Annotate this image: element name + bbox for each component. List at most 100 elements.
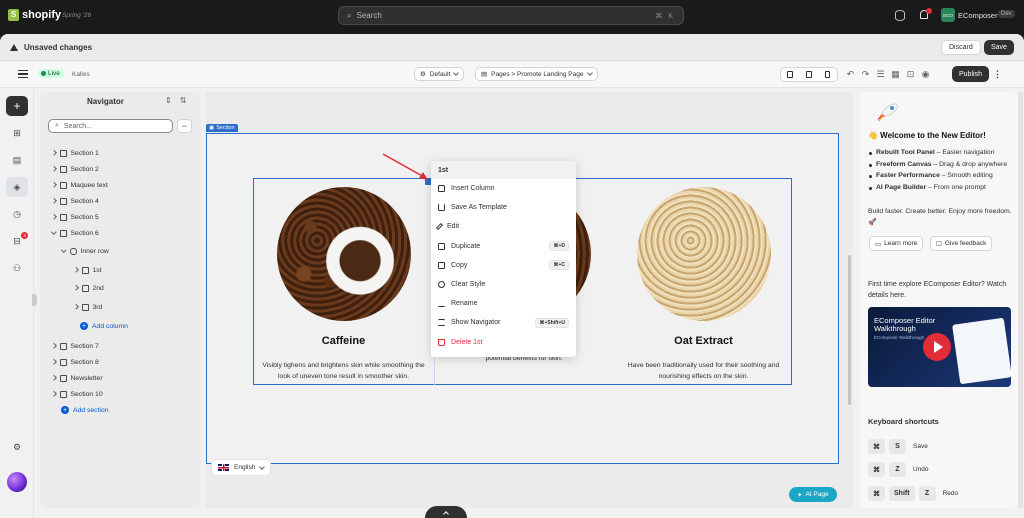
column-context-menu: 1st Insert Column Save As Template Edit … (431, 161, 576, 357)
feature-item: Freeform Canvas – Drag & drop anywhere (868, 160, 1018, 171)
tree-item-section-8[interactable]: Section 8 (51, 355, 99, 369)
preview-button[interactable]: ◉ (918, 67, 933, 82)
navigator-filter-button[interactable]: ⇔ (177, 119, 192, 133)
redo-button[interactable]: ↷ (858, 67, 873, 82)
shortcut-label: Redo (942, 490, 959, 497)
column-1st[interactable]: Caffeine Visibly tighens and brightens s… (254, 179, 433, 386)
collapse-panel-handle[interactable] (32, 294, 37, 306)
rail-settings-button[interactable]: ⚙ (6, 437, 28, 457)
tree-item-section-7[interactable]: Section 7 (51, 339, 99, 353)
add-section-button[interactable]: + Add section (61, 403, 109, 417)
tree-item-column-3rd[interactable]: 3rd (73, 300, 102, 314)
menu-item-clear-style[interactable]: Clear Style (431, 275, 576, 294)
theme-name: Kalles (72, 71, 90, 78)
ai-page-button[interactable]: ✦ AI Page (789, 487, 837, 502)
rail-history-button[interactable]: ◷ (6, 204, 28, 224)
tree-label: Inner row (80, 247, 109, 255)
undo-button[interactable]: ↶ (843, 67, 858, 82)
tree-label: Section 6 (70, 229, 99, 237)
rail-templates-button[interactable]: ⊞ (6, 123, 28, 143)
add-element-button[interactable]: + (6, 96, 28, 116)
settings-button[interactable]: ☰ (873, 67, 888, 82)
tree-item-section-6[interactable]: Section 6 (51, 226, 99, 240)
store-avatar[interactable]: ECO (941, 8, 955, 22)
tree-item-column-2nd[interactable]: 2nd (73, 281, 104, 295)
menu-item-edit[interactable]: Edit (431, 217, 576, 236)
notifications-button[interactable] (920, 8, 932, 21)
bottom-drawer-handle[interactable] (425, 506, 467, 518)
learn-more-button[interactable]: ▭ Learn more (869, 236, 924, 251)
chevron-down-icon (453, 70, 460, 76)
search-placeholder: Search (356, 11, 382, 20)
eraser-icon (438, 281, 445, 289)
menu-item-save-template[interactable]: Save As Template (431, 198, 576, 217)
rail-apps-button[interactable]: ⚇ (6, 258, 28, 278)
column-3rd[interactable]: Oat Extract Have been traditionally used… (614, 179, 793, 386)
discard-button[interactable]: Discard (941, 40, 981, 55)
menu-item-insert-column[interactable]: Insert Column (431, 179, 576, 198)
tree-item-inner-row[interactable]: Inner row (61, 244, 109, 258)
give-feedback-button[interactable]: ☐ Give feedback (930, 236, 993, 251)
page-select[interactable]: ▤ Pages > Promote Landing Page (475, 67, 598, 81)
give-feedback-label: Give feedback (944, 240, 987, 247)
pin-icon[interactable]: ⇕ (165, 96, 172, 105)
plus-circle-icon: + (80, 322, 88, 330)
layout-button[interactable]: ▦ (888, 67, 903, 82)
shortcut-undo: ⌘ Z Undo (868, 462, 929, 477)
rail-layers-button[interactable]: ◈ (6, 177, 28, 197)
menu-item-delete[interactable]: Delete 1st (431, 333, 576, 352)
tree-item-newsletter[interactable]: Newsletter (51, 371, 103, 385)
rail-tasks-button[interactable]: ⊟ 3 (6, 231, 28, 251)
menu-item-show-navigator[interactable]: Show Navigator ⌘+Shift+U (431, 313, 576, 332)
tree-item-section-2[interactable]: Section 2 (51, 162, 99, 176)
feature-name: Faster Performance (876, 172, 940, 179)
navigator-search-input[interactable]: ⌕ Search... (48, 119, 173, 133)
eye-icon: ◉ (921, 69, 930, 79)
tree-item-marquee-text[interactable]: Maquee text (51, 178, 108, 192)
plus-circle-icon: + (61, 406, 69, 414)
menu-icon[interactable] (18, 70, 28, 78)
user-avatar[interactable] (7, 472, 27, 492)
search-page-icon: ⊡ (906, 69, 915, 79)
template-select[interactable]: ⚙ Default (414, 67, 465, 81)
play-icon[interactable] (923, 333, 951, 361)
global-search[interactable]: ⌕ Search ⌘ K (338, 6, 684, 25)
tree-item-section-4[interactable]: Section 4 (51, 194, 99, 208)
shopify-logo[interactable]: shopify (8, 9, 61, 21)
publish-button[interactable]: Publish (952, 66, 989, 82)
tree-label: Section 8 (70, 358, 99, 366)
search-icon: ⌕ (55, 122, 59, 129)
rail-pages-button[interactable]: ▤ (6, 150, 28, 170)
navigator-title: Navigator (87, 97, 124, 106)
menu-item-copy[interactable]: Copy ⌘+C (431, 256, 576, 275)
tablet-view-button[interactable] (800, 68, 819, 81)
section-tag[interactable]: ▣ Section (206, 124, 238, 132)
right-panel-scrollbar[interactable] (1018, 92, 1023, 508)
save-button[interactable]: Save (984, 40, 1014, 55)
canvas-scrollbar[interactable] (848, 255, 851, 405)
mobile-view-button[interactable] (818, 68, 837, 81)
store-name[interactable]: EComposer (958, 11, 998, 20)
tree-item-column-1st[interactable]: 1st (73, 263, 102, 277)
walkthrough-video[interactable]: EComposer Editor Walkthrough EComposer W… (868, 307, 1011, 387)
menu-item-duplicate[interactable]: Duplicate ⌘+D (431, 237, 576, 256)
tree-item-section-1[interactable]: Section 1 (51, 146, 99, 160)
section-icon (59, 342, 67, 350)
chevron-right-icon (51, 198, 57, 204)
learn-more-label: Learn more (884, 240, 918, 247)
add-column-button[interactable]: + Add column (80, 319, 128, 333)
key-cmd: ⌘ (868, 486, 885, 501)
tree-item-section-10[interactable]: Section 10 (51, 387, 103, 401)
chevron-right-icon (51, 214, 57, 220)
language-select[interactable]: English (211, 459, 272, 476)
chevron-right-icon (73, 267, 79, 273)
search-page-button[interactable]: ⊡ (903, 67, 918, 82)
database-icon[interactable] (895, 10, 905, 21)
more-options-button[interactable]: ⋮ (993, 67, 1002, 82)
section-icon (59, 181, 67, 189)
column-description: Visibly tighens and brightens skin while… (262, 362, 425, 380)
tree-item-section-5[interactable]: Section 5 (51, 210, 99, 224)
menu-item-rename[interactable]: Rename (431, 294, 576, 313)
desktop-view-button[interactable] (781, 68, 800, 81)
expand-icon[interactable]: ⇅ (180, 96, 187, 105)
